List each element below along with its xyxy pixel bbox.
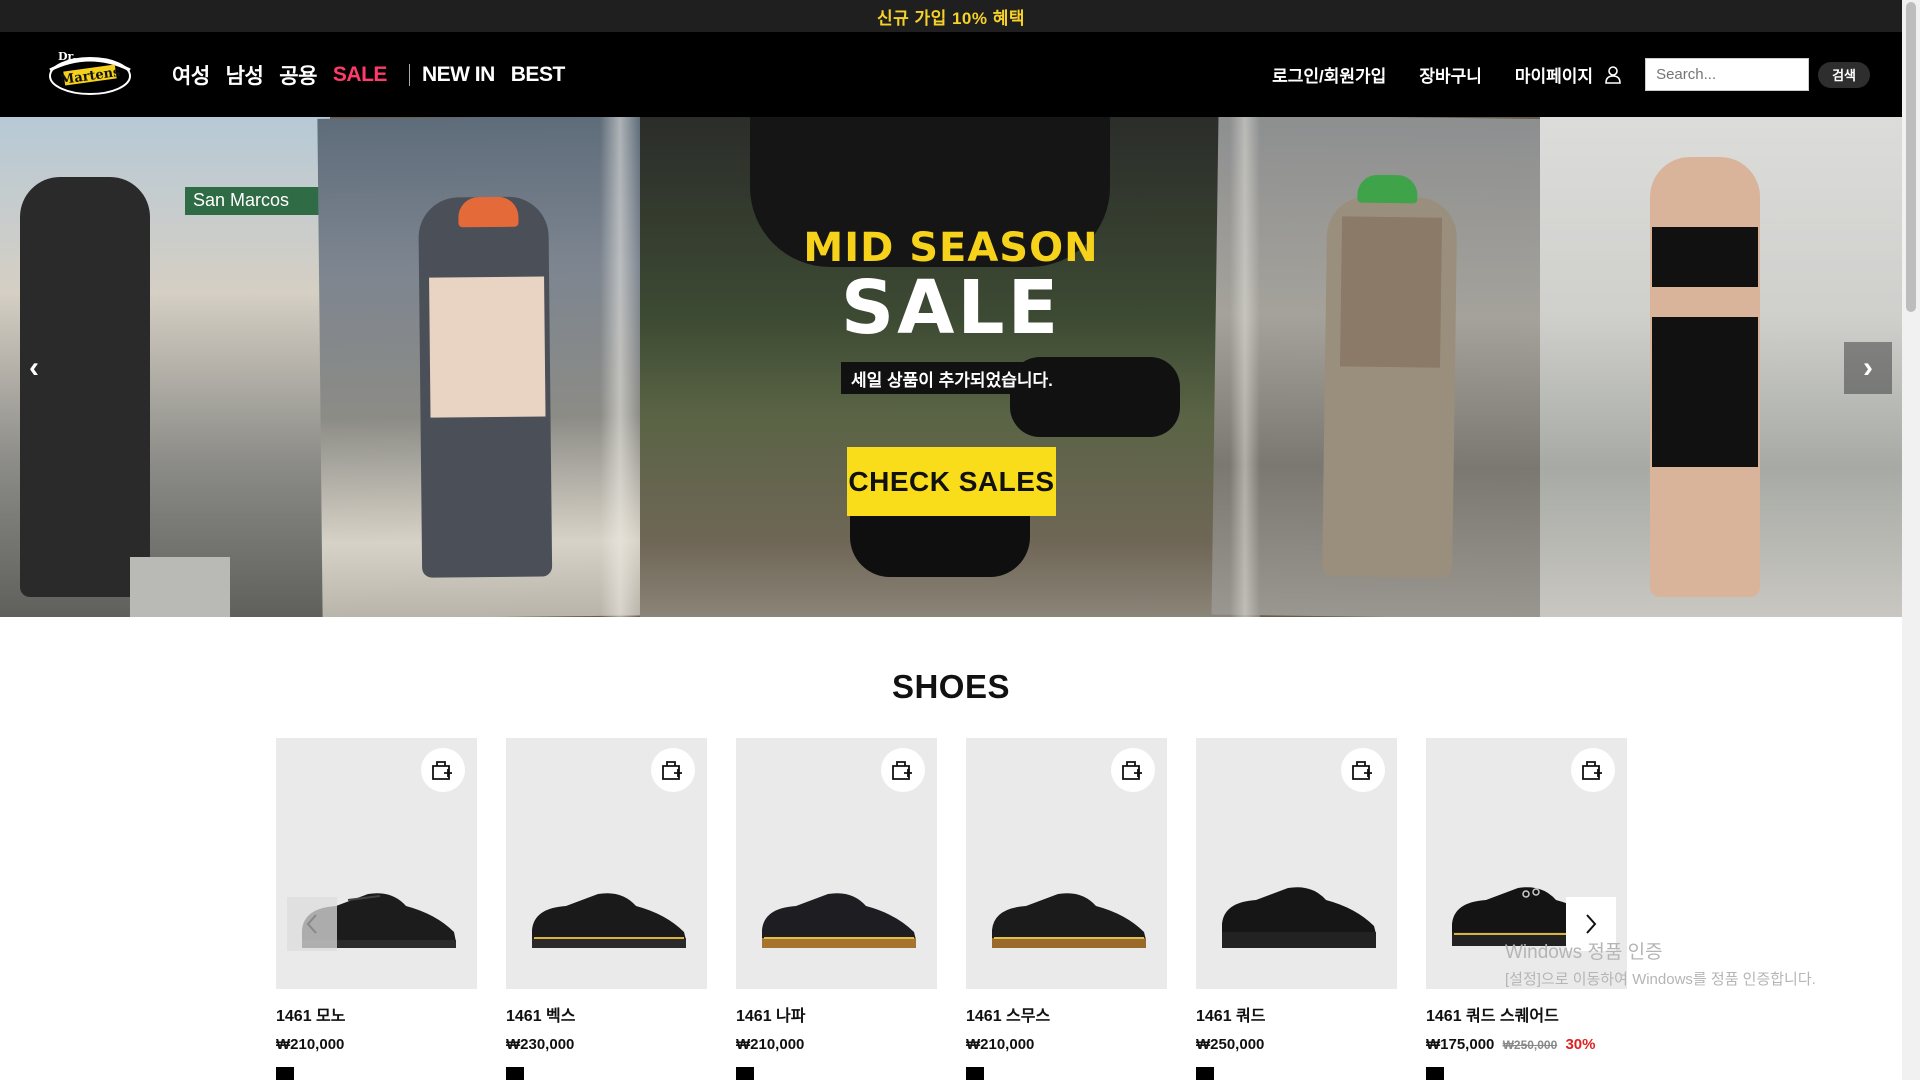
cart-plus-icon xyxy=(1582,761,1602,780)
nav-women[interactable]: 여성 xyxy=(172,60,210,90)
search-button[interactable]: 검색 xyxy=(1818,61,1870,88)
shoe-image xyxy=(762,893,916,948)
watermark-line-1: Windows 정품 인증 xyxy=(1505,942,1663,963)
svg-text:Dr.: Dr. xyxy=(58,50,76,63)
add-to-cart-button[interactable] xyxy=(1341,748,1385,792)
shoes-section-title: SHOES xyxy=(891,668,1011,705)
product-image[interactable] xyxy=(736,738,937,989)
cart-plus-icon xyxy=(892,761,912,780)
promo-text: 신규 가입 10% 혜택 xyxy=(876,8,1026,28)
hero-headline-big: SALE xyxy=(840,265,1062,351)
cart-link[interactable]: 장바구니 xyxy=(1419,62,1482,87)
cart-plus-icon xyxy=(1352,761,1372,780)
product-image[interactable] xyxy=(966,738,1167,989)
color-swatch[interactable] xyxy=(1426,1067,1444,1080)
product-card[interactable]: 1461 스무스 ₩210,000 xyxy=(966,738,1167,1080)
mypage-link[interactable]: 마이페이지 xyxy=(1515,62,1621,87)
product-card[interactable]: 1461 쿼드 ₩250,000 xyxy=(1196,738,1397,1080)
chevron-left-icon xyxy=(306,914,317,934)
product-price: ₩175,000 ₩250,000 30% xyxy=(1426,1036,1627,1053)
product-price: ₩210,000 xyxy=(276,1036,477,1053)
carousel-prev-button[interactable] xyxy=(287,897,337,951)
product-price: ₩250,000 xyxy=(1196,1036,1397,1053)
utility-nav: 로그인/회원가입 장바구니 마이페이지 검색 xyxy=(1272,32,1902,117)
promo-bar: 신규 가입 10% 혜택 xyxy=(0,0,1902,32)
windows-activation-watermark: Windows 정품 인증 [설정]으로 이동하여 Windows를 정품 인증… xyxy=(1505,937,1816,989)
user-icon xyxy=(1605,65,1621,84)
product-name[interactable]: 1461 벡스 xyxy=(506,1002,707,1026)
shoe-image xyxy=(1222,887,1376,948)
product-image[interactable] xyxy=(506,738,707,989)
product-image[interactable] xyxy=(1196,738,1397,989)
original-price: ₩250,000 xyxy=(1502,1038,1558,1052)
product-image[interactable] xyxy=(276,738,477,989)
product-name[interactable]: 1461 쿼드 xyxy=(1196,1002,1397,1026)
price-value: ₩210,000 xyxy=(966,1036,1035,1053)
price-value: ₩175,000 xyxy=(1426,1036,1495,1053)
product-name[interactable]: 1461 쿼드 스퀘어드 xyxy=(1426,1002,1627,1026)
nav-unisex[interactable]: 공용 xyxy=(279,60,317,90)
nav-men[interactable]: 남성 xyxy=(226,60,264,90)
nav-new-in[interactable]: NEW IN xyxy=(422,63,495,87)
shoe-image xyxy=(992,893,1146,948)
chevron-right-icon xyxy=(1586,914,1597,934)
add-to-cart-button[interactable] xyxy=(1571,748,1615,792)
discount-badge: 30% xyxy=(1565,1036,1596,1053)
hero-banner[interactable]: San Marcos MID SEASON SALE 세일 상품이 추가되었습니… xyxy=(0,117,1902,617)
price-value: ₩210,000 xyxy=(276,1036,345,1053)
cart-plus-icon xyxy=(662,761,682,780)
add-to-cart-button[interactable] xyxy=(881,748,925,792)
price-value: ₩210,000 xyxy=(736,1036,805,1053)
mypage-label: 마이페이지 xyxy=(1514,67,1594,86)
color-swatch[interactable] xyxy=(276,1067,294,1080)
product-price: ₩210,000 xyxy=(966,1036,1167,1053)
color-swatch[interactable] xyxy=(966,1067,984,1080)
hero-prev-arrow[interactable]: ‹ xyxy=(10,342,58,394)
page-scrollbar[interactable] xyxy=(1902,0,1920,1080)
search-input[interactable] xyxy=(1645,58,1810,91)
hero-next-arrow[interactable]: › xyxy=(1844,342,1892,394)
nav-best[interactable]: BEST xyxy=(511,63,566,87)
hero-text-overlay: MID SEASON SALE 세일 상품이 추가되었습니다. CHECK SA… xyxy=(0,117,1902,617)
add-to-cart-button[interactable] xyxy=(421,748,465,792)
add-to-cart-button[interactable] xyxy=(651,748,695,792)
add-to-cart-button[interactable] xyxy=(1111,748,1155,792)
price-value: ₩230,000 xyxy=(506,1036,575,1053)
nav-sale[interactable]: SALE xyxy=(333,63,388,87)
product-name[interactable]: 1461 모노 xyxy=(276,1002,477,1026)
login-link[interactable]: 로그인/회원가입 xyxy=(1272,62,1386,87)
hero-subtitle: 세일 상품이 추가되었습니다. xyxy=(841,362,1063,394)
nav-divider xyxy=(408,63,410,86)
watermark-line-2: [설정]으로 이동하여 Windows를 정품 인증합니다. xyxy=(1505,971,1816,988)
shoe-image xyxy=(532,893,686,948)
site-header: Martens Dr. 여성 남성 공용 SALE NEW IN BEST 로그… xyxy=(0,32,1902,117)
check-sales-button[interactable]: CHECK SALES xyxy=(847,447,1056,516)
cart-plus-icon xyxy=(432,761,452,780)
product-carousel: 1461 모노 ₩210,000 1461 벡스 ₩230,000 1461 나… xyxy=(276,738,1627,1080)
color-swatch[interactable] xyxy=(1196,1067,1214,1080)
main-nav: 여성 남성 공용 SALE NEW IN BEST xyxy=(172,32,581,117)
price-value: ₩250,000 xyxy=(1196,1036,1265,1053)
cart-plus-icon xyxy=(1122,761,1142,780)
product-name[interactable]: 1461 스무스 xyxy=(966,1002,1167,1026)
color-swatch[interactable] xyxy=(736,1067,754,1080)
color-swatch[interactable] xyxy=(506,1067,524,1080)
svg-text:Martens: Martens xyxy=(59,65,121,88)
product-price: ₩230,000 xyxy=(506,1036,707,1053)
dr-martens-logo[interactable]: Martens Dr. xyxy=(44,46,136,102)
scrollbar-thumb[interactable] xyxy=(1906,2,1916,312)
product-card[interactable]: 1461 벡스 ₩230,000 xyxy=(506,738,707,1080)
product-name[interactable]: 1461 나파 xyxy=(736,1002,937,1026)
product-card[interactable]: 1461 나파 ₩210,000 xyxy=(736,738,937,1080)
product-price: ₩210,000 xyxy=(736,1036,937,1053)
